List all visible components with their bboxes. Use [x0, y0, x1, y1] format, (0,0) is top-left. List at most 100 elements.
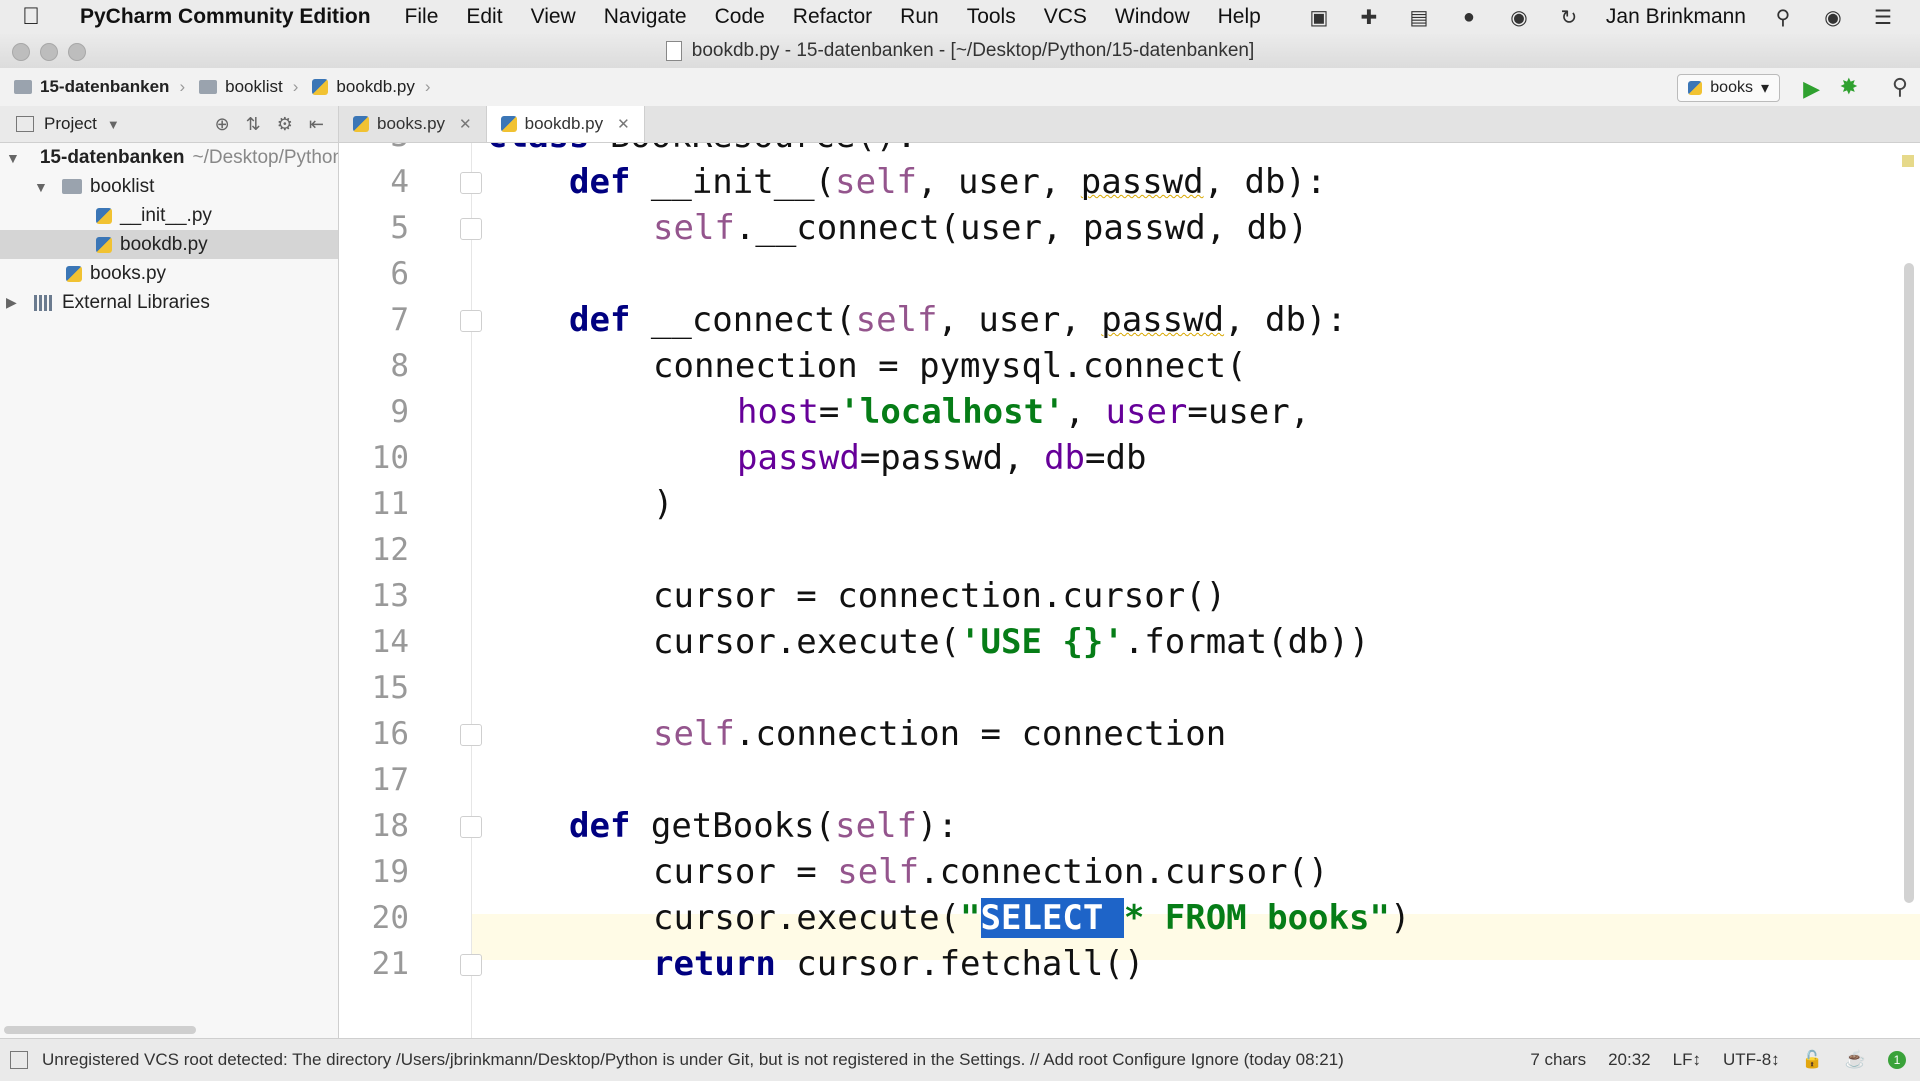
code-line-20: cursor.execute("SELECT * FROM books")	[653, 898, 1411, 938]
chevron-right-icon: ›	[179, 77, 186, 96]
code-line-9: host='localhost', user=user,	[737, 392, 1311, 432]
menu-bar-tray: ▣ ✚ ▤ ● ◉ ↻ Jan Brinkmann ⚲ ◉ ☰	[1306, 5, 1896, 29]
breadcrumb-file[interactable]: bookdb.py ›	[312, 77, 431, 97]
tree-node-external-libraries[interactable]: ▶ External Libraries	[0, 288, 338, 317]
app-name-menu[interactable]: PyCharm Community Edition	[80, 5, 371, 29]
tree-node-init-py[interactable]: __init__.py	[0, 201, 338, 230]
apple-icon[interactable]: 	[22, 3, 62, 31]
close-window-button[interactable]	[12, 43, 30, 61]
encoding-selector[interactable]: UTF-8↕	[1723, 1050, 1780, 1070]
leaf-icon[interactable]: ●	[1456, 5, 1482, 29]
line-separator-selector[interactable]: LF↕	[1673, 1050, 1701, 1070]
inspector-icon[interactable]: ☕	[1845, 1050, 1866, 1070]
lock-icon[interactable]: 🔓	[1802, 1050, 1823, 1070]
event-log-badge[interactable]: 1	[1888, 1051, 1906, 1069]
tree-node-path: ~/Desktop/Python/15-datenbanken	[192, 146, 338, 168]
selection-count: 7 chars	[1530, 1050, 1587, 1069]
menu-run[interactable]: Run	[900, 5, 939, 29]
line-number: 6	[390, 256, 409, 292]
user-name[interactable]: Jan Brinkmann	[1606, 5, 1746, 29]
close-icon[interactable]: ✕	[617, 115, 630, 133]
tree-node-booklist[interactable]: ▼ booklist	[0, 172, 338, 201]
file-icon	[665, 41, 682, 61]
gear-icon[interactable]: ⚙	[277, 114, 293, 135]
expand-arrow-icon[interactable]: ▼	[6, 150, 20, 166]
project-view-icon	[16, 116, 34, 132]
zoom-window-button[interactable]	[68, 43, 86, 61]
code-line-21: return cursor.fetchall()	[653, 944, 1145, 984]
menu-file[interactable]: File	[405, 5, 439, 29]
navigation-bar: 15-datenbanken › booklist › bookdb.py › …	[0, 68, 1920, 107]
folder-icon	[199, 80, 218, 94]
project-tree: ▼ 15-datenbanken ~/Desktop/Python/15-dat…	[0, 143, 339, 1038]
menu-help[interactable]: Help	[1218, 5, 1261, 29]
fold-marker[interactable]	[460, 724, 482, 746]
fold-marker[interactable]	[460, 954, 482, 976]
menu-edit[interactable]: Edit	[466, 5, 502, 29]
tool-windows-icon[interactable]	[10, 1051, 28, 1069]
menu-refactor[interactable]: Refactor	[793, 5, 872, 29]
minimize-window-button[interactable]	[40, 43, 58, 61]
run-icon[interactable]: ▶	[1803, 76, 1820, 102]
tab-bookdb-py[interactable]: bookdb.py ✕	[486, 106, 645, 142]
line-number: 15	[371, 670, 409, 706]
fold-marker[interactable]	[460, 310, 482, 332]
locate-target-icon[interactable]: ⊕	[215, 114, 230, 135]
python-file-icon	[96, 207, 112, 224]
horizontal-scrollbar[interactable]	[4, 1026, 196, 1034]
fold-marker[interactable]	[460, 172, 482, 194]
run-configuration-dropdown[interactable]: books ▾	[1677, 74, 1780, 102]
menu-bar:  PyCharm Community Edition File Edit Vi…	[0, 0, 1920, 35]
expand-arrow-icon[interactable]: ▼	[34, 179, 50, 195]
error-stripe-marker[interactable]	[1902, 155, 1914, 167]
line-number: 20	[371, 900, 409, 936]
code-editor[interactable]: 3 4 5 6 7 8 9 10 11 12 13 14 15 16 17 18…	[339, 143, 1920, 1038]
menu-window[interactable]: Window	[1115, 5, 1190, 29]
menu-vcs[interactable]: VCS	[1044, 5, 1087, 29]
menu-navigate[interactable]: Navigate	[604, 5, 687, 29]
close-icon[interactable]: ✕	[459, 115, 472, 133]
tree-node-label: 15-datenbanken	[39, 146, 185, 168]
chevron-right-icon: ›	[292, 77, 299, 96]
python-file-icon	[66, 265, 82, 282]
breadcrumb-booklist[interactable]: booklist ›	[199, 77, 298, 97]
python-file-icon	[353, 116, 369, 132]
menu-code[interactable]: Code	[715, 5, 765, 29]
camera-icon[interactable]: ▤	[1406, 5, 1432, 29]
menu-view[interactable]: View	[531, 5, 576, 29]
collapse-all-icon[interactable]: ⇅	[246, 114, 261, 135]
vertical-scrollbar[interactable]	[1904, 263, 1914, 903]
tree-node-books-py[interactable]: books.py	[0, 259, 338, 288]
time-machine-icon[interactable]: ↻	[1556, 5, 1582, 29]
spotlight-search-icon[interactable]: ⚲	[1770, 5, 1796, 29]
debug-bug-icon[interactable]: ✸	[1840, 74, 1858, 100]
line-number: 18	[371, 808, 409, 844]
notification-center-icon[interactable]: ☰	[1870, 5, 1896, 29]
code-line-16: self.connection = connection	[653, 714, 1227, 754]
chat-icon[interactable]: ◉	[1506, 5, 1532, 29]
siri-icon[interactable]: ◉	[1820, 5, 1846, 29]
menu-tools[interactable]: Tools	[967, 5, 1016, 29]
search-icon[interactable]: ⚲	[1892, 74, 1908, 100]
status-bar: Unregistered VCS root detected: The dire…	[0, 1038, 1920, 1081]
project-panel-tools: ⊕ ⇅ ⚙ ⇤	[215, 114, 324, 135]
chevron-down-icon[interactable]: ▼	[107, 117, 120, 132]
line-number: 13	[371, 578, 409, 614]
tab-books-py[interactable]: books.py ✕	[339, 106, 487, 142]
status-message[interactable]: Unregistered VCS root detected: The dire…	[42, 1050, 1344, 1070]
breadcrumb-project[interactable]: 15-datenbanken ›	[14, 77, 185, 97]
project-view-selector[interactable]: Project	[44, 114, 97, 134]
clapperboard-icon[interactable]: ▣	[1306, 5, 1332, 29]
cursor-position[interactable]: 20:32	[1608, 1050, 1651, 1070]
tree-node-project-root[interactable]: ▼ 15-datenbanken ~/Desktop/Python/15-dat…	[0, 143, 338, 172]
expand-arrow-icon[interactable]: ▶	[6, 294, 22, 311]
plus-icon[interactable]: ✚	[1356, 5, 1382, 29]
line-number: 11	[371, 486, 409, 522]
tab-label: books.py	[377, 114, 446, 133]
code-line-19: cursor = self.connection.cursor()	[653, 852, 1329, 892]
fold-marker[interactable]	[460, 218, 482, 240]
line-number: 21	[371, 946, 409, 982]
fold-marker[interactable]	[460, 816, 482, 838]
hide-panel-icon[interactable]: ⇤	[309, 114, 324, 135]
tree-node-bookdb-py[interactable]: bookdb.py	[0, 230, 338, 259]
